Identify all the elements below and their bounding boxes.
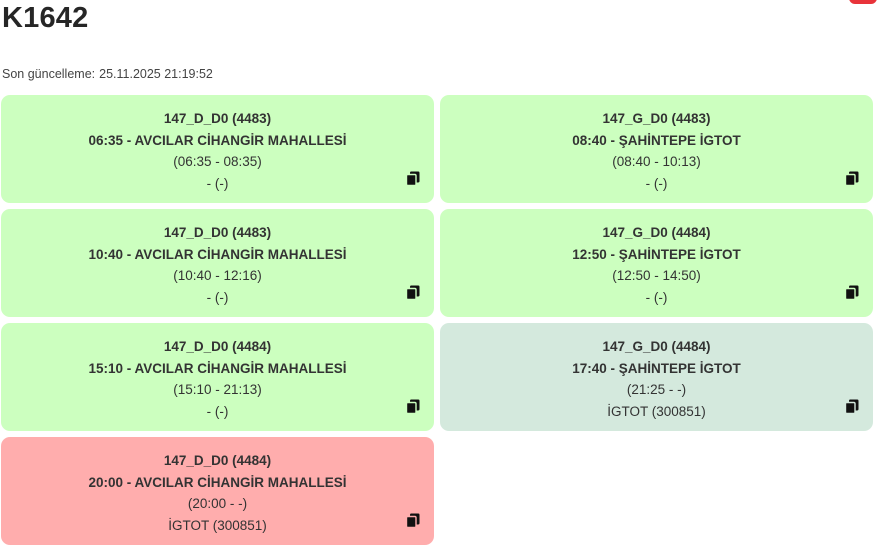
trip-note: - (-) [206,403,229,419]
trip-route: 147_G_D0 (4484) [602,225,711,240]
copy-icon[interactable] [406,171,420,186]
trip-route: 147_G_D0 (4484) [602,339,711,354]
last-updated: Son güncelleme: 25.11.2025 21:19:52 [2,67,213,81]
trip-note: - (-) [206,289,229,305]
trip-card[interactable]: 147_D_D0 (4483) 10:40 - AVCILAR CİHANGİR… [1,209,434,317]
trip-departure: 12:50 - ŞAHİNTEPE İGTOT [572,246,741,262]
trip-card[interactable]: 147_G_D0 (4483) 08:40 - ŞAHİNTEPE İGTOT … [440,95,873,203]
trip-route: 147_G_D0 (4483) [602,111,711,126]
trip-departure: 17:40 - ŞAHİNTEPE İGTOT [572,360,741,376]
trip-note: - (-) [645,175,668,191]
trip-time-range: (21:25 - -) [626,382,687,397]
trip-note: İGTOT (300851) [168,517,267,533]
trip-card[interactable]: 147_D_D0 (4483) 06:35 - AVCILAR CİHANGİR… [1,95,434,203]
trip-route: 147_D_D0 (4483) [163,111,272,126]
trip-departure: 06:35 - AVCILAR CİHANGİR MAHALLESİ [88,132,347,148]
trip-time-range: (20:00 - -) [187,496,248,511]
trip-note: - (-) [206,175,229,191]
trip-grid: 147_D_D0 (4483) 06:35 - AVCILAR CİHANGİR… [1,95,873,545]
copy-icon[interactable] [406,285,420,300]
notification-badge[interactable] [849,0,877,4]
trip-route: 147_D_D0 (4484) [163,453,272,468]
trip-departure: 20:00 - AVCILAR CİHANGİR MAHALLESİ [88,474,347,490]
trip-time-range: (08:40 - 10:13) [612,154,701,169]
last-updated-value: 25.11.2025 21:19:52 [99,67,213,81]
copy-icon[interactable] [845,171,859,186]
trip-route: 147_D_D0 (4483) [163,225,272,240]
trip-departure: 08:40 - ŞAHİNTEPE İGTOT [572,132,741,148]
trip-departure: 10:40 - AVCILAR CİHANGİR MAHALLESİ [88,246,347,262]
trip-card[interactable]: 147_D_D0 (4484) 20:00 - AVCILAR CİHANGİR… [1,437,434,545]
trip-time-range: (15:10 - 21:13) [173,382,262,397]
trip-card[interactable]: 147_G_D0 (4484) 17:40 - ŞAHİNTEPE İGTOT … [440,323,873,431]
trip-time-range: (12:50 - 14:50) [612,268,701,283]
trip-card[interactable]: 147_G_D0 (4484) 12:50 - ŞAHİNTEPE İGTOT … [440,209,873,317]
trip-note: İGTOT (300851) [607,403,706,419]
page: K1642 Son güncelleme: 25.11.2025 21:19:52… [0,0,877,553]
trip-route: 147_D_D0 (4484) [163,339,272,354]
page-title: K1642 [2,2,89,34]
copy-icon[interactable] [845,285,859,300]
trip-time-range: (10:40 - 12:16) [173,268,262,283]
copy-icon[interactable] [845,399,859,414]
trip-note: - (-) [645,289,668,305]
copy-icon[interactable] [406,513,420,528]
copy-icon[interactable] [406,399,420,414]
trip-time-range: (06:35 - 08:35) [173,154,262,169]
last-updated-label: Son güncelleme: [2,67,96,81]
trip-departure: 15:10 - AVCILAR CİHANGİR MAHALLESİ [88,360,347,376]
trip-card[interactable]: 147_D_D0 (4484) 15:10 - AVCILAR CİHANGİR… [1,323,434,431]
